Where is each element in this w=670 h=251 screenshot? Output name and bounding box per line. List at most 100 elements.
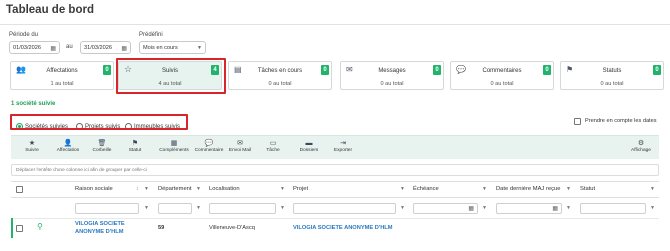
filter-icon[interactable]: ▼ bbox=[400, 205, 405, 211]
sort-icon[interactable]: ↕ bbox=[136, 186, 139, 192]
card-count-badge: 0 bbox=[321, 65, 329, 75]
card-count-badge: 0 bbox=[543, 65, 551, 75]
calendar-icon[interactable]: ▦ bbox=[50, 45, 56, 52]
filter-raison-input[interactable] bbox=[75, 203, 139, 214]
card-subtitle: 0 au total bbox=[380, 81, 404, 87]
filter-icon[interactable]: ▼ bbox=[566, 186, 571, 192]
dates-checkbox-label: Prendre en compte les dates bbox=[585, 118, 657, 124]
page-title: Tableau de bord bbox=[6, 4, 94, 16]
card-affectations[interactable]: 👥 Affectations 0 1 au total bbox=[10, 61, 114, 90]
filter-icon[interactable]: ▼ bbox=[196, 205, 201, 211]
card-commentaires[interactable]: 💬 Commentaires 0 0 au total bbox=[450, 61, 554, 90]
card-subtitle: 0 au total bbox=[490, 81, 514, 87]
toolbar-corbeille-button[interactable]: 🗑 Corbeille bbox=[87, 139, 117, 153]
date-from-input[interactable]: 01/03/2026 ▦ bbox=[9, 41, 60, 54]
column-header-raison-sociale[interactable]: Raison sociale bbox=[75, 186, 113, 192]
filter-departement-input[interactable] bbox=[158, 203, 192, 214]
card-count-badge: 0 bbox=[653, 65, 661, 75]
filter-statut-input[interactable] bbox=[580, 203, 646, 214]
card-title: Messages bbox=[378, 68, 406, 74]
filter-projet-input[interactable] bbox=[293, 203, 396, 214]
action-toolbar: ★ Suivre 👤 Affectation 🗑 Corbeille ⚑ Statut … bbox=[11, 135, 659, 159]
column-header-localisation[interactable]: Localisation bbox=[209, 186, 240, 192]
comment-icon: 💬 bbox=[204, 140, 214, 147]
group-by-drop-zone[interactable]: Déplacer l'entête d'une colonne ici afin… bbox=[11, 164, 659, 176]
filter-icon[interactable]: ▼ bbox=[482, 186, 487, 192]
star-icon: ★ bbox=[28, 140, 36, 147]
card-count-badge: 0 bbox=[103, 65, 111, 75]
row-checkbox[interactable] bbox=[16, 225, 23, 232]
dates-checkbox[interactable] bbox=[574, 118, 581, 125]
toolbar-statut-button[interactable]: ⚑ Statut bbox=[120, 139, 150, 153]
grid-divider bbox=[11, 181, 659, 182]
raison-sociale-link-line2[interactable]: ANONYME D'HLM bbox=[75, 229, 123, 235]
toolbar-exporter-button[interactable]: ⇥ Exporter bbox=[328, 139, 358, 153]
predefined-label: Prédéfini bbox=[139, 32, 163, 38]
folder-icon: ▬ bbox=[305, 140, 313, 147]
card-title: Tâches en cours bbox=[257, 68, 303, 74]
filter-icon[interactable]: ▼ bbox=[280, 205, 285, 211]
localisation-cell: Villeneuve-D'Ascq bbox=[209, 225, 255, 231]
toolbar-suivre-button[interactable]: ★ Suivre bbox=[17, 139, 47, 153]
filter-icon[interactable]: ▼ bbox=[144, 186, 149, 192]
card-subtitle: 0 au total bbox=[600, 81, 624, 87]
toolbar-dossiers-button[interactable]: ▬ Dossiers bbox=[294, 139, 324, 153]
period-label: Période du bbox=[9, 32, 39, 38]
filter-icon[interactable]: ▼ bbox=[566, 205, 571, 211]
filter-icon[interactable]: ▼ bbox=[280, 186, 285, 192]
toolbar-envoi-mail-button[interactable]: ✉ Envoi Mail bbox=[224, 139, 256, 153]
card-taches[interactable]: ▤ Tâches en cours 0 0 au total bbox=[228, 61, 332, 90]
section-count-label: 1 société suivie bbox=[11, 101, 56, 107]
toolbar-complements-button[interactable]: ▦ Compléments bbox=[156, 139, 192, 153]
calendar-icon[interactable]: ▦ bbox=[552, 205, 558, 212]
toolbar-affichage-button[interactable]: ⚙ Affichage bbox=[626, 139, 656, 153]
calendar-icon[interactable]: ▦ bbox=[468, 205, 474, 212]
card-statuts[interactable]: ⚑ Statuts 0 0 au total bbox=[560, 61, 664, 90]
departement-cell: 59 bbox=[158, 225, 165, 231]
filter-echeance-input[interactable]: ▦ bbox=[413, 203, 478, 214]
gear-icon: ⚙ bbox=[637, 140, 645, 147]
date-to-value: 31/03/2026 bbox=[84, 45, 112, 51]
mail-icon: ✉ bbox=[237, 140, 243, 147]
column-header-projet[interactable]: Projet bbox=[293, 186, 308, 192]
date-to-input[interactable]: 31/03/2026 ▦ bbox=[80, 41, 131, 54]
card-messages[interactable]: ✉ Messages 0 0 au total bbox=[340, 61, 444, 90]
toolbar-affectation-button[interactable]: 👤 Affectation bbox=[53, 139, 83, 153]
filter-icon[interactable]: ▼ bbox=[482, 205, 487, 211]
filter-icon[interactable]: ▼ bbox=[400, 186, 405, 192]
card-title: Commentaires bbox=[482, 68, 522, 74]
row-indicator bbox=[11, 218, 13, 238]
task-icon: ▭ bbox=[269, 140, 277, 147]
filter-date-maj-input[interactable]: ▦ bbox=[496, 203, 562, 214]
card-subtitle: 0 au total bbox=[268, 81, 292, 87]
projet-link[interactable]: VILOGIA SOCIETE ANONYME D'HLM bbox=[293, 225, 393, 231]
filter-icon[interactable]: ▼ bbox=[196, 186, 201, 192]
toolbar-tache-button[interactable]: ▭ Tâche bbox=[258, 139, 288, 153]
au-label: au bbox=[66, 44, 73, 50]
grid-divider bbox=[11, 197, 659, 198]
highlight-suivis-card bbox=[116, 58, 226, 94]
header-divider bbox=[0, 24, 670, 25]
filter-icon[interactable]: ▼ bbox=[650, 205, 655, 211]
filter-icon[interactable]: ▼ bbox=[650, 186, 655, 192]
date-from-value: 01/03/2026 bbox=[13, 45, 41, 51]
select-all-checkbox[interactable] bbox=[16, 186, 23, 193]
user-icon: 👤 bbox=[63, 140, 73, 147]
column-header-statut[interactable]: Statut bbox=[580, 186, 595, 192]
calendar-icon[interactable]: ▦ bbox=[121, 45, 127, 52]
predefined-select[interactable]: Mois en cours ▼ bbox=[139, 41, 206, 54]
raison-sociale-link[interactable]: VILOGIA SOCIETE bbox=[75, 221, 125, 227]
export-icon: ⇥ bbox=[340, 140, 346, 147]
card-count-badge: 0 bbox=[433, 65, 441, 75]
predefined-value: Mois en cours bbox=[143, 45, 178, 51]
column-header-echeance[interactable]: Échéance bbox=[413, 186, 439, 192]
complement-icon: ▦ bbox=[170, 140, 178, 147]
column-header-date-maj[interactable]: Date dernière MAJ reçue bbox=[496, 186, 560, 192]
filter-icon[interactable]: ▼ bbox=[144, 205, 149, 211]
pin-icon[interactable]: ⚲ bbox=[37, 222, 43, 231]
flag-icon: ⚑ bbox=[131, 140, 139, 147]
column-header-departement[interactable]: Département bbox=[158, 186, 192, 192]
filter-localisation-input[interactable] bbox=[209, 203, 276, 214]
toolbar-commentaire-button[interactable]: 💬 Commentaire bbox=[191, 139, 227, 153]
chevron-down-icon: ▼ bbox=[197, 45, 202, 51]
